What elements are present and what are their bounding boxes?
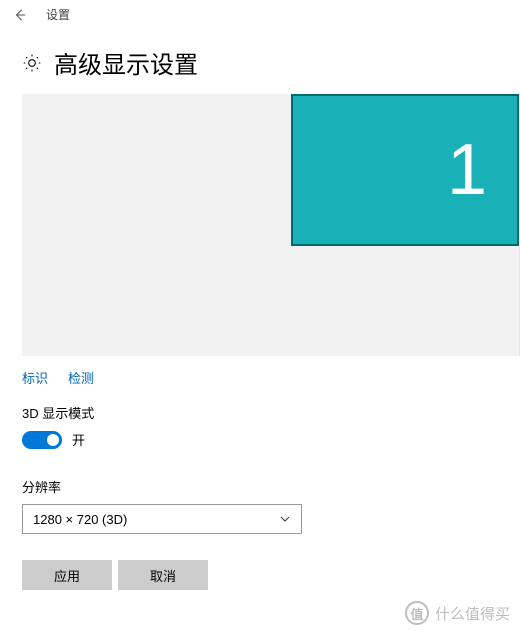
watermark: 值 什么值得买	[405, 601, 510, 625]
resolution-section: 分辨率 1280 × 720 (3D)	[0, 471, 520, 560]
mode-3d-section: 3D 显示模式 开	[0, 397, 520, 471]
page-header: 高级显示设置	[0, 33, 520, 94]
cancel-button[interactable]: 取消	[118, 560, 208, 590]
gear-icon	[22, 53, 42, 73]
detect-link[interactable]: 检测	[68, 368, 94, 387]
mode-3d-toggle-row: 开	[22, 430, 498, 449]
arrow-left-icon	[13, 8, 27, 22]
display-links: 标识 检测	[0, 356, 520, 397]
apply-button[interactable]: 应用	[22, 560, 112, 590]
window-title: 设置	[46, 6, 70, 23]
page-title: 高级显示设置	[54, 45, 198, 80]
resolution-label: 分辨率	[22, 477, 498, 496]
monitor-1[interactable]: 1	[291, 94, 519, 246]
monitor-number: 1	[447, 129, 487, 211]
watermark-icon: 值	[405, 601, 429, 625]
mode-3d-toggle[interactable]	[22, 431, 62, 449]
back-button[interactable]	[12, 7, 28, 23]
resolution-dropdown[interactable]: 1280 × 720 (3D)	[22, 504, 302, 534]
identify-link[interactable]: 标识	[22, 368, 48, 387]
mode-3d-label: 3D 显示模式	[22, 403, 498, 422]
mode-3d-state: 开	[72, 430, 85, 449]
display-preview-area: 1	[22, 94, 520, 356]
toggle-knob	[47, 434, 59, 446]
resolution-value: 1280 × 720 (3D)	[33, 512, 127, 527]
action-buttons: 应用 取消	[0, 560, 520, 590]
titlebar: 设置	[0, 0, 520, 33]
chevron-down-icon	[279, 513, 291, 525]
watermark-text: 什么值得买	[435, 603, 510, 624]
